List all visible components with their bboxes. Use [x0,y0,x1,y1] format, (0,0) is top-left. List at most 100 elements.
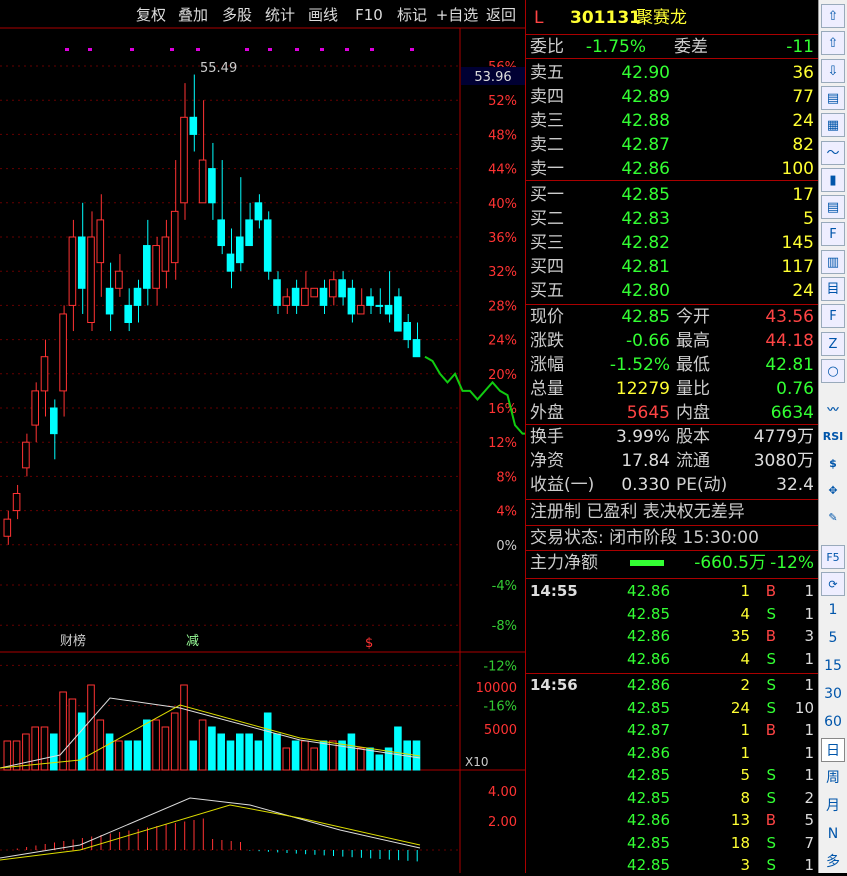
period-button-15[interactable]: 15 [821,654,845,678]
up-arrow-icon[interactable]: ⇧ [821,4,845,28]
tick-row: 42.86 13 B 5 [528,809,816,831]
wb-label: 委比 [530,37,564,57]
volume-bar [133,740,142,771]
volume-bar [394,726,402,771]
info-value: 32.4 [776,475,814,495]
stat-value: -1.52% [609,355,670,375]
period-button-30[interactable]: 30 [821,682,845,706]
note-icon[interactable]: ▥ [821,249,845,274]
candle-body [40,356,49,392]
volume-bar [96,719,105,771]
period-button-日[interactable]: 日 [821,738,845,762]
divider [526,578,818,579]
refresh-icon[interactable]: ⟳ [821,572,845,596]
event-label: 财榜 [60,633,86,649]
move-icon[interactable]: ✥ [821,479,845,503]
candle-body [143,245,151,289]
chart-icon[interactable]: ▤ [821,85,845,110]
candle-body [152,245,160,289]
toolbar-button-1[interactable]: 叠加 [172,2,214,28]
tick-row: 42.85 8 S 2 [528,787,816,809]
toolbar-button-7[interactable]: +自选 [434,2,480,28]
candle-body [170,210,179,264]
up-outline-icon[interactable]: ⇧ [821,31,845,56]
volume-bar [161,726,170,771]
y-tick-label: 32% [488,265,517,280]
candle-body [263,219,272,272]
down-outline-icon[interactable]: ⇩ [821,58,845,83]
period-button-多[interactable]: 多 [821,850,845,874]
pencil-icon[interactable]: ✎ [821,506,845,530]
y-tick-label: -12% [483,659,517,674]
dollar-icon[interactable]: $ [821,452,845,476]
ask-label: 卖三 [530,111,564,131]
stock-name: 聚赛龙 [636,8,687,28]
y-tick-label: 20% [488,368,517,383]
toolbar-button-6[interactable]: 标记 [391,2,433,28]
info-label: 流通 [676,451,710,471]
line-chart-icon[interactable]: 〜 [821,140,845,165]
period-button-5[interactable]: 5 [821,626,845,650]
volume-bar [105,733,114,771]
y-tick-label: 36% [488,231,517,246]
tick-row: 14:55 42.86 1 B 1 [528,580,816,602]
period-button-60[interactable]: 60 [821,710,845,734]
tick-vol: 18 [730,833,750,852]
volume-bar [31,726,39,771]
period-button-月[interactable]: 月 [821,794,845,818]
status-row: 交易状态: 闭市阶段 15:30:00 [528,527,816,549]
vol-icon[interactable]: 〰 [821,398,845,422]
tick-price: 42.85 [627,766,670,784]
toolbar-button-0[interactable]: 复权 [130,2,172,28]
tick-vol: 35 [730,627,750,645]
ask-row: 卖二 42.87 82 [528,134,816,156]
period-button-N[interactable]: N [821,822,845,846]
volume-bar [143,719,151,771]
volume-bar [282,747,291,771]
candle-body [319,287,328,306]
tick-row: 42.85 4 S 1 [528,603,816,625]
kline-chart[interactable]: 56%52%48%44%40%36%32%28%24%20%16%12%8%4%… [0,0,525,873]
candle-body [22,441,30,469]
candle-body [115,270,123,289]
divider [526,525,818,526]
tick-row: 42.86 1 1 [528,742,816,764]
info-value: 4779万 [753,427,814,447]
ask-price: 42.87 [621,135,670,155]
rsi-icon[interactable]: RSI [821,425,845,449]
circle-icon[interactable]: ○ [821,358,845,383]
bid-price: 42.80 [621,281,670,301]
toolbar-button-8[interactable]: 返回 [481,2,521,28]
toolbar-button-4[interactable]: 画线 [302,2,344,28]
stat-value: 44.18 [765,331,814,351]
zoom-icon[interactable]: Z [821,331,845,356]
grid-icon[interactable]: ▦ [821,113,845,138]
tick-num: 1 [804,743,814,762]
period-button-周[interactable]: 周 [821,766,845,790]
stat-value: -0.66 [626,331,670,351]
candle-icon[interactable]: ▮ [821,167,845,192]
volume-unit: X10 [465,755,489,769]
flow-row: 主力净额 -660.5万 -12% [528,552,816,574]
f5-icon[interactable]: F5 [821,545,845,569]
list-icon[interactable]: ▤ [821,195,845,220]
volume-bar [180,684,188,771]
page-icon[interactable]: 目 [821,277,845,301]
candle-body [3,518,12,537]
toolbar-button-2[interactable]: 多股 [216,2,258,28]
stat-row: 涨跌 -0.66 最高 44.18 [528,330,816,352]
chart-canvas[interactable]: 56%52%48%44%40%36%32%28%24%20%16%12%8%4%… [0,0,525,873]
volume-bar [22,733,30,771]
period-button-1[interactable]: 1 [821,598,845,622]
status: 交易状态: 闭市阶段 15:30:00 [530,528,759,548]
tags: 注册制 已盈利 表决权无差异 [530,502,745,522]
macd-tick: 4.00 [488,785,517,800]
info-value: 3080万 [753,451,814,471]
info-row: 换手 3.99% 股本 4779万 [528,426,816,448]
stat-label: 现价 [530,307,564,327]
f10-icon[interactable]: F [821,222,845,247]
candle-body [208,168,216,204]
toolbar-button-5[interactable]: F10 [350,2,388,28]
f12-icon[interactable]: F [821,304,845,329]
toolbar-button-3[interactable]: 统计 [259,2,301,28]
